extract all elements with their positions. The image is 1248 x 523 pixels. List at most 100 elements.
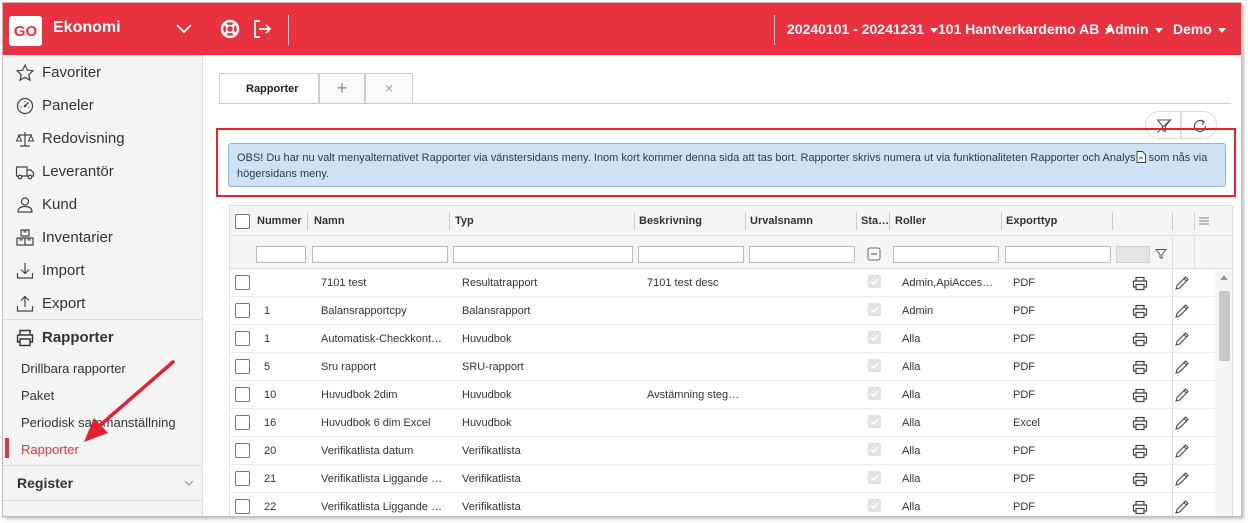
filter-input-nummer[interactable] <box>256 246 306 263</box>
scroll-up-icon[interactable] <box>1220 275 1228 280</box>
column-separator[interactable] <box>449 212 450 230</box>
column-header-roller[interactable]: Roller <box>895 215 926 227</box>
status-check-icon <box>868 331 881 344</box>
print-icon[interactable] <box>1132 332 1148 347</box>
table-row[interactable]: 22 Verifikatlista Liggande … Verifikatlist… <box>230 493 1215 516</box>
column-header-beskrivning[interactable]: Beskrivning <box>639 215 702 227</box>
sidebar-subitem-paket[interactable]: Paket <box>21 388 54 403</box>
pencil-icon[interactable] <box>1174 387 1190 403</box>
sidebar-subitem-periodisk-sammanstallning[interactable]: Periodisk sammanställning <box>21 415 176 430</box>
table-row[interactable]: 5 Sru rapport SRU-rapport Alla PDF <box>230 353 1215 381</box>
row-checkbox[interactable] <box>235 443 250 458</box>
print-icon[interactable] <box>1132 500 1148 515</box>
table-row[interactable]: 7101 test Resultatrapport 7101 test desc Ad… <box>230 269 1215 297</box>
pencil-icon[interactable] <box>1174 359 1190 375</box>
sidebar-item-favoriter[interactable]: Favoriter <box>3 57 203 87</box>
star-icon <box>15 63 35 82</box>
sidebar-item-redovisning[interactable]: Redovisning <box>3 123 203 153</box>
table-row[interactable]: 16 Huvudbok 6 dim Excel Huvudbok Alla Excel <box>230 409 1215 437</box>
pencil-icon[interactable] <box>1174 331 1190 347</box>
filter-icon[interactable] <box>1155 248 1167 260</box>
pencil-icon[interactable] <box>1174 415 1190 431</box>
table-row[interactable]: 21 Verifikatlista Liggande … Verifikatlist… <box>230 465 1215 493</box>
column-header-urvalsnamn[interactable]: Urvalsnamn <box>750 215 813 227</box>
cell-exporttyp: PDF <box>1013 277 1035 289</box>
column-menu-icon[interactable] <box>1197 215 1211 227</box>
vertical-scrollbar[interactable] <box>1215 269 1232 516</box>
company-selector[interactable]: 101 Hantverkardemo AB <box>938 21 1114 37</box>
column-separator[interactable] <box>1112 212 1113 230</box>
pencil-icon[interactable] <box>1174 275 1190 291</box>
row-checkbox[interactable] <box>235 387 250 402</box>
row-checkbox[interactable] <box>235 359 250 374</box>
row-checkbox[interactable] <box>235 275 250 290</box>
column-separator[interactable] <box>889 212 890 230</box>
sidebar-divider <box>3 465 203 466</box>
print-icon[interactable] <box>1132 444 1148 459</box>
pencil-icon[interactable] <box>1174 499 1190 515</box>
filter-input-typ[interactable] <box>453 246 633 263</box>
export-icon <box>16 295 34 312</box>
environment-menu[interactable]: Demo <box>1173 21 1226 37</box>
column-separator[interactable] <box>1172 212 1173 230</box>
table-row[interactable]: 1 Automatisk-Checkkont… Huvudbok Alla PDF <box>230 325 1215 353</box>
chevron-down-icon[interactable] <box>175 20 193 38</box>
pencil-icon[interactable] <box>1174 471 1190 487</box>
sidebar-item-inventarier[interactable]: Inventarier <box>3 222 203 252</box>
user-menu[interactable]: Admin <box>1105 21 1163 37</box>
sidebar-item-import[interactable]: Import <box>3 255 203 285</box>
column-separator[interactable] <box>856 212 857 230</box>
sidebar-item-export[interactable]: Export <box>3 288 203 318</box>
pencil-icon[interactable] <box>1174 303 1190 319</box>
row-checkbox[interactable] <box>235 331 250 346</box>
column-separator <box>1172 437 1173 465</box>
column-header-status[interactable]: Sta… <box>861 215 889 227</box>
filter-input-beskrivning[interactable] <box>638 246 744 263</box>
row-checkbox[interactable] <box>235 471 250 486</box>
row-checkbox[interactable] <box>235 303 250 318</box>
scroll-thumb[interactable] <box>1219 291 1230 361</box>
status-filter-toggle-icon[interactable] <box>867 247 881 261</box>
sidebar-item-leverantor[interactable]: Leverantör <box>3 156 203 186</box>
print-icon[interactable] <box>1132 276 1148 291</box>
print-icon[interactable] <box>1132 360 1148 375</box>
column-separator <box>1172 297 1173 325</box>
table-row[interactable]: 1 Balansrapportcpy Balansrapport Admin PDF <box>230 297 1215 325</box>
print-icon[interactable] <box>1132 388 1148 403</box>
sidebar-item-paneler[interactable]: Paneler <box>3 90 203 120</box>
filter-input-urvalsnamn[interactable] <box>749 246 855 263</box>
lifebuoy-icon[interactable] <box>219 18 241 40</box>
column-header-typ[interactable]: Typ <box>455 215 474 227</box>
close-tab-button[interactable]: × <box>365 73 413 103</box>
filter-input-exporttyp[interactable] <box>1005 246 1111 263</box>
column-separator[interactable] <box>1001 212 1002 230</box>
column-header-nummer[interactable]: Nummer <box>257 215 302 227</box>
column-header-exporttyp[interactable]: Exporttyp <box>1006 215 1057 227</box>
sidebar-subitem-drillbara-rapporter[interactable]: Drillbara rapporter <box>21 361 126 376</box>
table-row[interactable]: 10 Huvudbok 2dim Huvudbok Avstämning steg… A… <box>230 381 1215 409</box>
tab-rapporter[interactable]: Rapporter <box>219 73 319 103</box>
period-selector[interactable]: 20240101 - 20241231 <box>787 21 939 37</box>
row-checkbox[interactable] <box>235 415 250 430</box>
add-tab-button[interactable]: + <box>319 73 365 103</box>
sidebar-subitem-rapporter[interactable]: Rapporter <box>21 442 79 457</box>
row-checkbox[interactable] <box>235 499 250 514</box>
print-icon[interactable] <box>1132 472 1148 487</box>
sidebar-item-rapporter[interactable]: Rapporter <box>3 322 203 352</box>
column-header-namn[interactable]: Namn <box>314 215 345 227</box>
filter-input-roller[interactable] <box>893 246 999 263</box>
sidebar-item-register[interactable]: Register <box>3 468 203 496</box>
column-separator[interactable] <box>1194 212 1195 230</box>
print-icon[interactable] <box>1132 304 1148 319</box>
print-icon[interactable] <box>1132 416 1148 431</box>
column-separator[interactable] <box>307 212 308 230</box>
column-separator[interactable] <box>745 212 746 230</box>
pencil-icon[interactable] <box>1174 443 1190 459</box>
table-row[interactable]: 20 Verifikatlista datum Verifikatlista Alla… <box>230 437 1215 465</box>
select-all-checkbox[interactable] <box>235 214 250 229</box>
sidebar-item-kund[interactable]: Kund <box>3 189 203 219</box>
cell-beskrivning: Avstämning steg… <box>647 389 740 401</box>
column-separator[interactable] <box>634 212 635 230</box>
filter-input-namn[interactable] <box>312 246 448 263</box>
logout-icon[interactable] <box>251 18 273 40</box>
